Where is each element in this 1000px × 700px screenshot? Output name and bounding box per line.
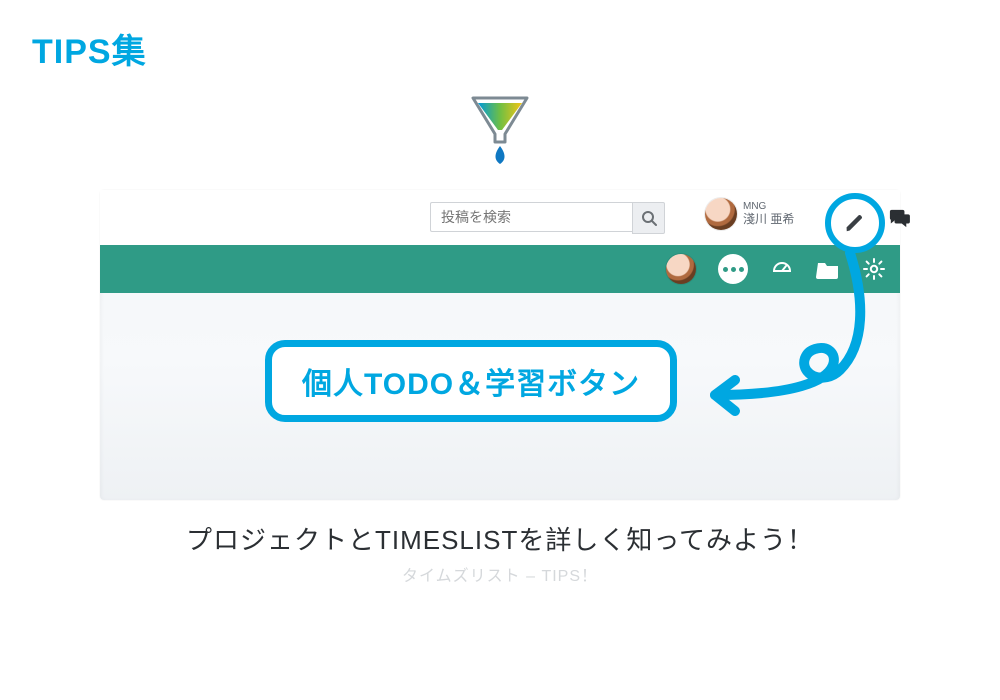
user-label: MNG 淺川 亜希 [743,202,794,225]
search-button[interactable] [632,202,665,234]
funnel-droplet-logo [468,92,532,175]
user-name: 淺川 亜希 [743,213,794,226]
search-box[interactable] [430,202,665,232]
user-avatar [705,198,737,230]
app-topbar: MNG 淺川 亜希 [100,190,900,245]
chat-icon[interactable] [888,208,910,233]
pencil-icon[interactable] [844,212,866,234]
app-screenshot: MNG 淺川 亜希 [100,190,900,500]
page-title: TIPS集 [32,24,147,73]
search-icon [641,210,657,226]
caption: プロジェクトとTIMESLISTを詳しく知ってみよう！ [0,520,1000,557]
personal-todo-button-highlight [825,193,885,253]
subcaption: タイムズリスト – TIPS！ [0,562,1000,586]
current-user[interactable]: MNG 淺川 亜希 [705,198,794,230]
search-input[interactable] [430,202,632,232]
callout-label: 個人TODO＆学習ボタン [265,340,677,422]
page-root: TIPS集 [0,0,1000,700]
callout-arrow [655,245,885,420]
